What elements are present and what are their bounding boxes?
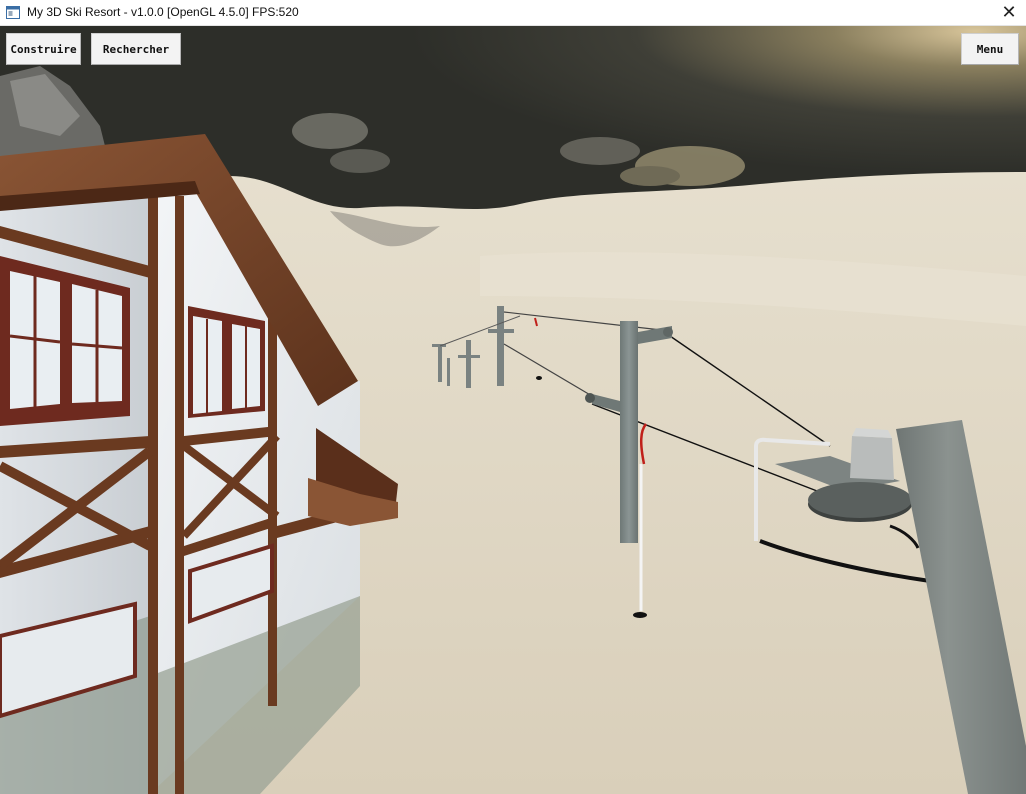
build-button-label: Construire	[10, 42, 77, 56]
window-title: My 3D Ski Resort - v1.0.0 [OpenGL 4.5.0]…	[27, 5, 299, 19]
scene-render[interactable]	[0, 26, 1026, 794]
window-app-icon	[6, 6, 20, 19]
close-icon: ✕	[1001, 2, 1017, 23]
search-button-label: Rechercher	[102, 42, 170, 56]
window-titlebar: My 3D Ski Resort - v1.0.0 [OpenGL 4.5.0]…	[0, 0, 1026, 26]
game-viewport[interactable]: Construire Rechercher Menu	[0, 26, 1026, 794]
menu-button[interactable]: Menu	[961, 33, 1019, 65]
build-button[interactable]: Construire	[6, 33, 81, 65]
close-window-button[interactable]: ✕	[992, 0, 1026, 26]
search-button[interactable]: Rechercher	[91, 33, 181, 65]
menu-button-label: Menu	[976, 42, 1004, 56]
